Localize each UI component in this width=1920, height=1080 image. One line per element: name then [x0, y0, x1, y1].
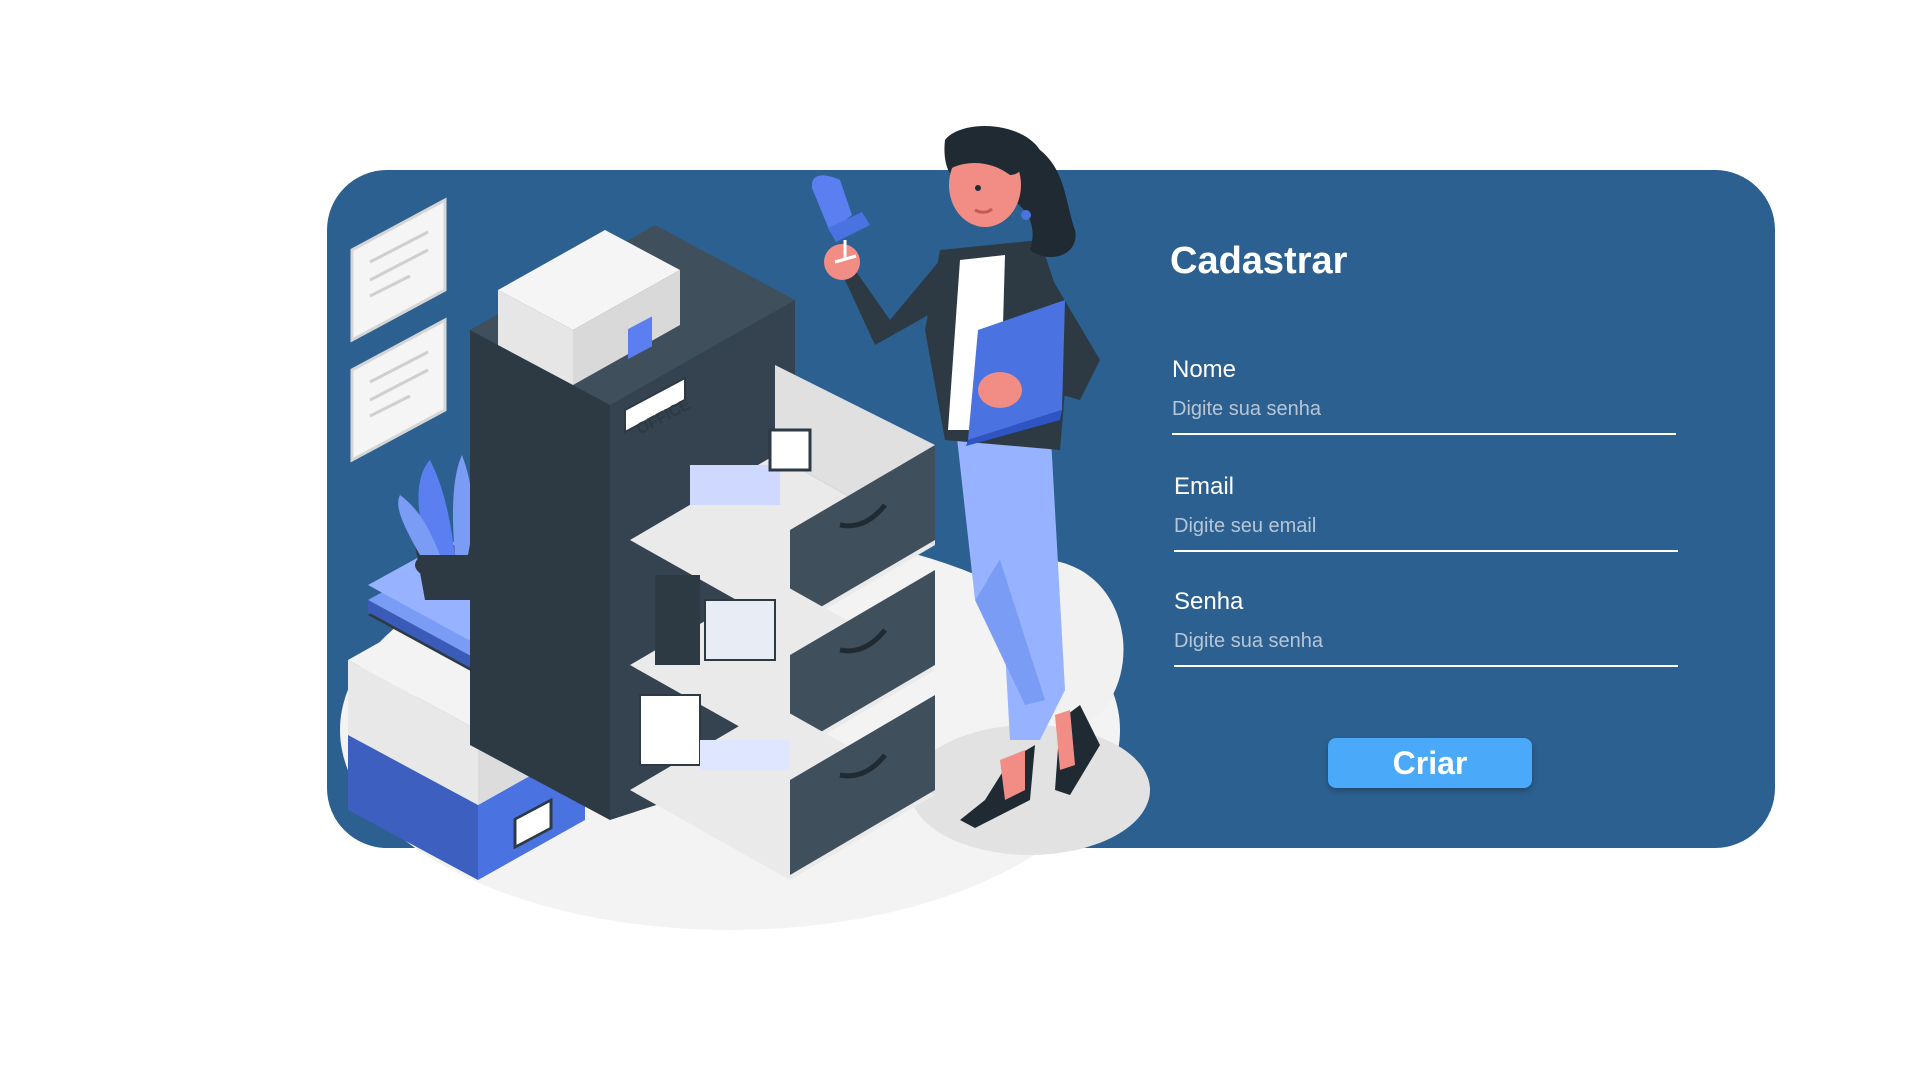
- create-button[interactable]: Criar: [1328, 738, 1532, 788]
- password-input[interactable]: [1174, 626, 1678, 667]
- email-field-group: Email: [1174, 473, 1678, 552]
- name-input[interactable]: [1172, 394, 1676, 435]
- password-field-group: Senha: [1174, 588, 1678, 667]
- name-label: Nome: [1172, 356, 1237, 383]
- email-input[interactable]: [1174, 511, 1678, 552]
- form-title: Cadastrar: [1170, 240, 1348, 282]
- email-label: Email: [1174, 473, 1235, 500]
- name-field-group: Nome: [1172, 356, 1676, 435]
- password-label: Senha: [1174, 588, 1244, 615]
